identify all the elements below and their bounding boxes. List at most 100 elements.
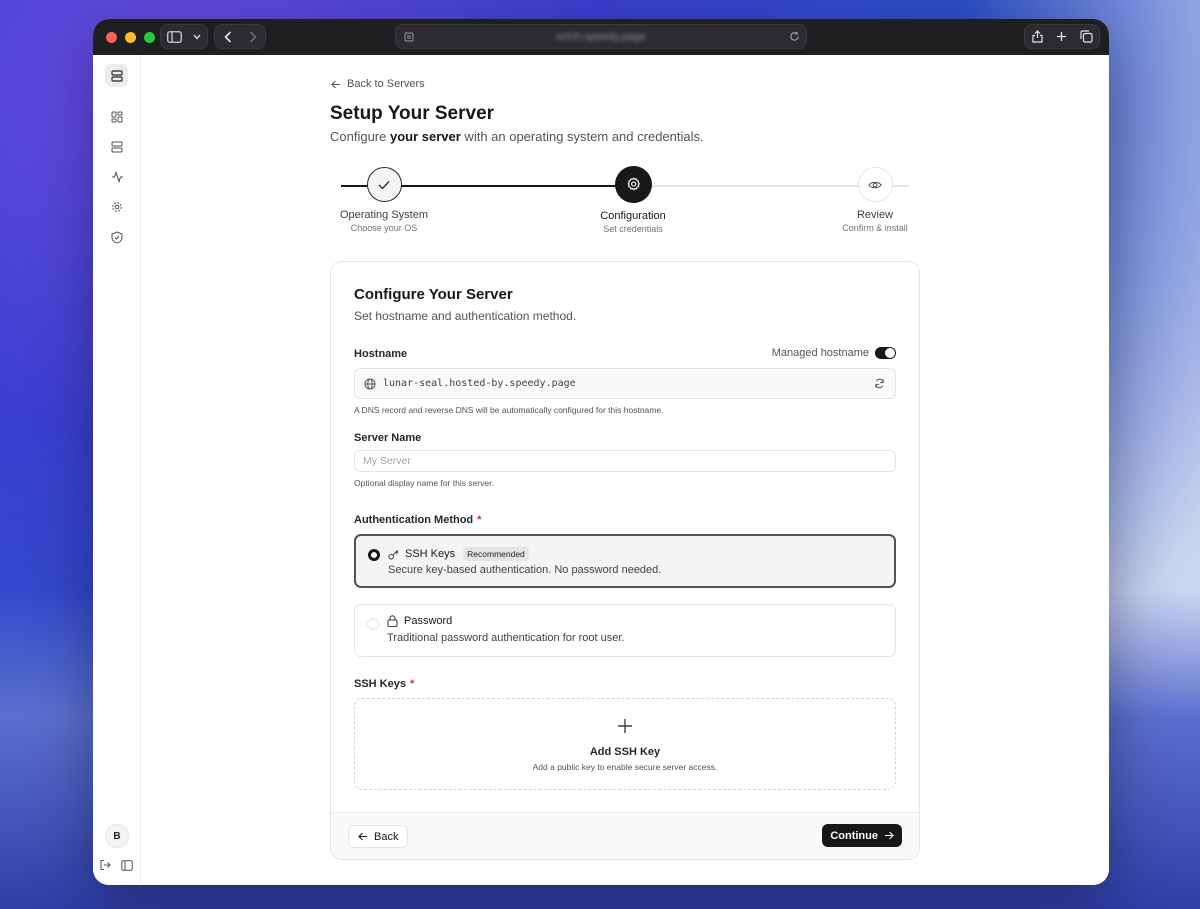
back-button-label: Back bbox=[374, 830, 399, 843]
setup-stepper: Operating System Choose your OS Configur… bbox=[340, 166, 909, 237]
sidebar-item-servers-home[interactable] bbox=[105, 64, 128, 87]
hostname-value: lunar-seal.hosted-by.speedy.page bbox=[383, 378, 576, 389]
step-desc: Confirm & install bbox=[842, 223, 908, 233]
recommended-badge: Recommended bbox=[463, 547, 529, 561]
window-controls bbox=[106, 31, 155, 43]
avatar[interactable]: B bbox=[105, 824, 129, 848]
server-icon bbox=[111, 141, 123, 153]
required-asterisk: * bbox=[477, 514, 482, 526]
activity-icon bbox=[111, 171, 123, 183]
shield-icon bbox=[111, 230, 123, 244]
sidebar-panel-icon bbox=[121, 859, 133, 871]
auth-option-title: Password bbox=[387, 615, 452, 627]
history-nav-group bbox=[214, 24, 266, 49]
logout-icon bbox=[100, 860, 111, 870]
sidebar-item-dashboard[interactable] bbox=[109, 109, 125, 125]
back-to-servers-link[interactable]: Back to Servers bbox=[331, 78, 425, 90]
gear-icon bbox=[626, 177, 640, 191]
sidebar-item-logout[interactable] bbox=[97, 857, 113, 873]
step-desc: Choose your OS bbox=[350, 223, 418, 233]
back-link-label: Back to Servers bbox=[347, 78, 425, 90]
sidebar-item-servers[interactable] bbox=[109, 139, 125, 155]
step-label: Configuration bbox=[600, 210, 666, 222]
regenerate-hostname-icon[interactable] bbox=[874, 378, 885, 389]
required-asterisk: * bbox=[409, 678, 415, 690]
configure-server-card: Configure Your Server Set hostname and a… bbox=[330, 261, 920, 860]
server-name-input[interactable] bbox=[354, 450, 896, 472]
page-settings-icon[interactable] bbox=[404, 32, 414, 42]
step-label: Review bbox=[856, 209, 894, 221]
minimize-window-button[interactable] bbox=[125, 31, 136, 43]
password-title: Password bbox=[404, 615, 453, 627]
server-icon bbox=[110, 69, 123, 82]
auth-method-label-text: Authentication Method bbox=[354, 514, 474, 526]
ssh-keys-label-text: SSH Keys bbox=[354, 678, 406, 690]
server-name-help: Optional display name for this server. bbox=[354, 478, 494, 488]
url-text[interactable]: ortch.speedy.page bbox=[556, 31, 646, 43]
auth-option-ssh-keys[interactable]: SSH Keys Recommended Secure key-based au… bbox=[354, 534, 896, 588]
page-title: Setup Your Server bbox=[330, 103, 495, 124]
sidebar-collapse-button[interactable] bbox=[119, 857, 135, 873]
step-configuration[interactable]: Configuration Set credentials bbox=[573, 166, 693, 234]
key-icon bbox=[388, 549, 399, 560]
close-window-button[interactable] bbox=[106, 31, 117, 43]
subtitle-emphasis: your server bbox=[389, 129, 461, 144]
tab-overview-icon[interactable] bbox=[1079, 30, 1093, 43]
sidebar-toggle-group[interactable] bbox=[160, 24, 208, 49]
lock-icon bbox=[387, 615, 398, 627]
browser-titlebar: ortch.speedy.page bbox=[93, 19, 1109, 55]
step-pending-indicator bbox=[857, 167, 893, 202]
hostname-help: A DNS record and reverse DNS will be aut… bbox=[354, 405, 664, 415]
continue-button-label: Continue bbox=[830, 829, 878, 842]
sidebar-icon[interactable] bbox=[166, 30, 182, 43]
arrow-right-icon bbox=[885, 831, 894, 840]
maximize-window-button[interactable] bbox=[144, 31, 155, 43]
server-name-label: Server Name bbox=[354, 432, 422, 444]
dashboard-icon bbox=[111, 111, 123, 123]
step-label: Operating System bbox=[339, 209, 429, 221]
new-tab-icon[interactable] bbox=[1056, 31, 1067, 42]
auth-option-title: SSH Keys Recommended bbox=[388, 547, 529, 561]
sidebar-item-activity[interactable] bbox=[109, 169, 125, 185]
auth-method-label: Authentication Method * bbox=[354, 514, 481, 526]
continue-button[interactable]: Continue bbox=[822, 824, 902, 847]
managed-hostname-control: Managed hostname bbox=[772, 347, 896, 359]
step-review[interactable]: Review Confirm & install bbox=[815, 167, 935, 233]
browser-actions-group bbox=[1024, 24, 1100, 49]
ssh-keys-description: Secure key-based authentication. No pass… bbox=[388, 564, 662, 576]
step-desc: Set credentials bbox=[603, 224, 663, 234]
share-icon[interactable] bbox=[1031, 30, 1043, 43]
ssh-keys-title: SSH Keys bbox=[405, 548, 456, 560]
hostname-field[interactable]: lunar-seal.hosted-by.speedy.page bbox=[354, 368, 896, 399]
add-ssh-key-title: Add SSH Key bbox=[589, 746, 661, 758]
ssh-keys-label: SSH Keys * bbox=[354, 678, 414, 690]
back-nav-icon[interactable] bbox=[223, 30, 232, 43]
managed-hostname-label: Managed hostname bbox=[771, 347, 869, 359]
reload-icon[interactable] bbox=[789, 31, 800, 42]
add-ssh-key-dropzone[interactable]: Add SSH Key Add a public key to enable s… bbox=[354, 698, 896, 790]
managed-hostname-toggle[interactable] bbox=[875, 347, 896, 359]
auth-option-password[interactable]: Password Traditional password authentica… bbox=[354, 604, 896, 657]
plus-icon bbox=[618, 719, 632, 733]
forward-nav-icon[interactable] bbox=[249, 30, 257, 43]
back-button[interactable]: Back bbox=[348, 825, 409, 848]
sidebar-item-settings[interactable] bbox=[109, 199, 125, 215]
step-complete-indicator bbox=[366, 167, 402, 202]
ssh-keys-radio[interactable] bbox=[368, 549, 380, 561]
password-radio[interactable] bbox=[367, 618, 379, 630]
password-description: Traditional password authentication for … bbox=[387, 632, 625, 644]
arrow-left-icon bbox=[331, 80, 340, 88]
add-ssh-key-description: Add a public key to enable secure server… bbox=[532, 762, 718, 772]
check-icon bbox=[378, 180, 390, 189]
step-active-indicator bbox=[614, 166, 652, 203]
subtitle-prefix: Configure bbox=[330, 129, 390, 144]
card-subtitle: Set hostname and authentication method. bbox=[354, 309, 577, 323]
sidebar-item-security[interactable] bbox=[109, 229, 125, 245]
browser-window: ortch.speedy.page B Back to Servers Setu… bbox=[93, 19, 1109, 885]
gear-icon bbox=[112, 202, 122, 212]
main-content: Back to Servers Setup Your Server Config… bbox=[141, 55, 1109, 885]
subtitle-suffix: with an operating system and credentials… bbox=[460, 129, 704, 144]
address-bar[interactable]: ortch.speedy.page bbox=[395, 24, 807, 49]
chevron-down-icon[interactable] bbox=[193, 34, 201, 40]
step-operating-system[interactable]: Operating System Choose your OS bbox=[324, 167, 444, 233]
